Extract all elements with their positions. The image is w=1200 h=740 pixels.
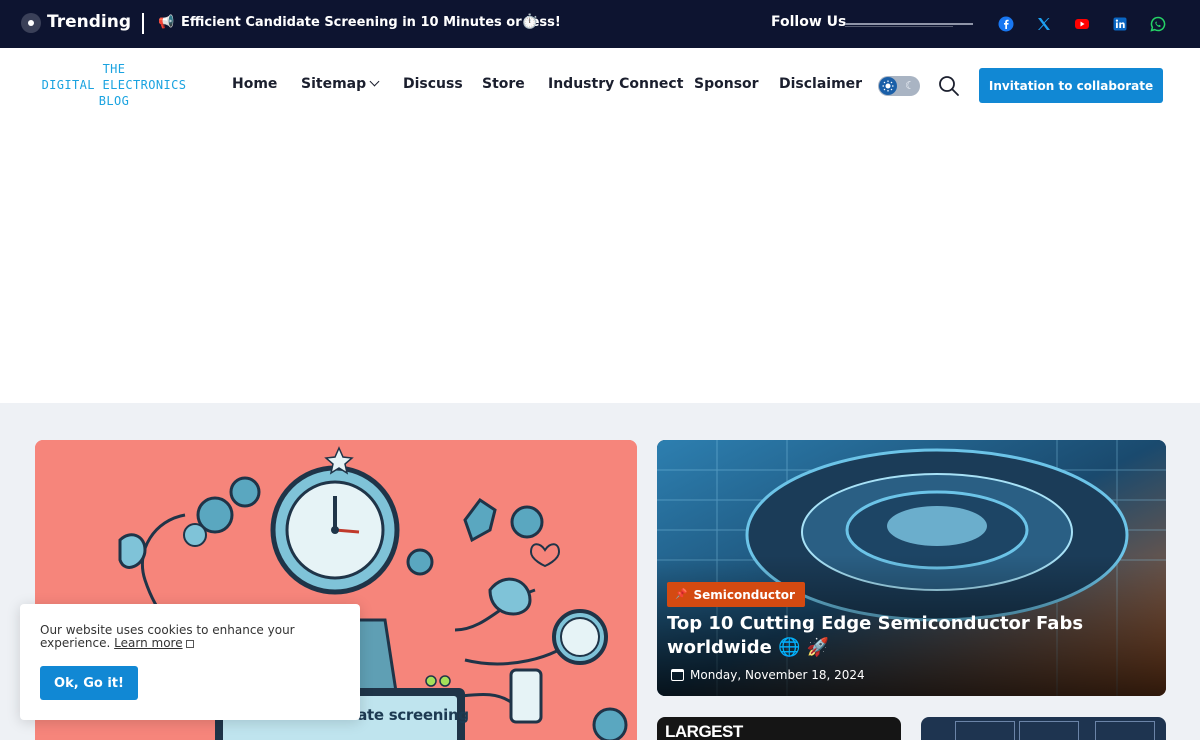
top-bar: Trending 📢 Efficient Candidate Screening… bbox=[0, 0, 1200, 48]
nav-disclaimer[interactable]: Disclaimer bbox=[779, 76, 862, 92]
small-post-card-2[interactable] bbox=[921, 717, 1166, 740]
logo-line-1: THE bbox=[102, 62, 126, 76]
theme-toggle[interactable]: ☾ bbox=[878, 76, 920, 96]
invitation-to-collaborate-button[interactable]: Invitation to collaborate bbox=[979, 68, 1163, 103]
youtube-icon[interactable] bbox=[1074, 16, 1090, 32]
trending-dot-icon bbox=[21, 13, 41, 33]
category-label: Semiconductor bbox=[693, 587, 795, 602]
moon-icon: ☾ bbox=[905, 79, 915, 92]
category-badge[interactable]: 📌 Semiconductor bbox=[667, 582, 805, 607]
pin-icon: 📌 bbox=[675, 589, 688, 600]
small-post-card-1-text: LARGEST bbox=[665, 722, 743, 740]
facebook-icon[interactable] bbox=[998, 16, 1014, 32]
logo-line-3: BLOG bbox=[98, 94, 130, 108]
featured-post-card[interactable]: 📌 Semiconductor Top 10 Cutting Edge Semic… bbox=[657, 440, 1166, 696]
trending-label: Trending bbox=[47, 12, 132, 32]
ad-space bbox=[0, 124, 1200, 403]
cookie-message: Our website uses cookies to enhance your… bbox=[40, 624, 340, 650]
main-nav: THE DIGITAL ELECTRONICS BLOG Home Sitema… bbox=[0, 48, 1200, 124]
thumbnail-panel bbox=[1095, 721, 1155, 740]
linkedin-icon[interactable] bbox=[1112, 16, 1128, 32]
thumbnail-panel bbox=[1019, 721, 1079, 740]
follow-us-label: Follow Us bbox=[771, 14, 847, 30]
x-twitter-icon[interactable] bbox=[1036, 16, 1052, 32]
cookie-banner: Our website uses cookies to enhance your… bbox=[20, 604, 360, 720]
megaphone-icon: 📢 bbox=[158, 15, 175, 30]
logo-line-2: DIGITAL ELECTRONICS bbox=[41, 78, 187, 92]
cookie-accept-button[interactable]: Ok, Go it! bbox=[40, 666, 138, 700]
external-link-icon bbox=[185, 640, 194, 648]
featured-post-date-text: Monday, November 18, 2024 bbox=[690, 668, 865, 682]
trending-headline-link[interactable]: Efficient Candidate Screening in 10 Minu… bbox=[181, 15, 561, 30]
search-icon[interactable] bbox=[938, 75, 960, 97]
nav-sponsor[interactable]: Sponsor bbox=[694, 76, 759, 92]
small-post-card-1[interactable]: LARGEST bbox=[657, 717, 901, 740]
chevron-down-icon bbox=[369, 76, 380, 87]
featured-post-title[interactable]: Top 10 Cutting Edge Semiconductor Fabs w… bbox=[667, 612, 1147, 660]
thumbnail-panel bbox=[955, 721, 1015, 740]
whatsapp-icon[interactable] bbox=[1150, 16, 1166, 32]
featured-post-date: Monday, November 18, 2024 bbox=[671, 668, 865, 682]
nav-home[interactable]: Home bbox=[232, 76, 277, 92]
sun-icon bbox=[879, 77, 897, 95]
nav-industry-connect[interactable]: Industry Connect bbox=[548, 76, 683, 92]
nav-sitemap[interactable]: Sitemap bbox=[301, 76, 380, 92]
learn-more-link[interactable]: Learn more bbox=[114, 636, 182, 650]
follow-us-divider bbox=[845, 23, 973, 27]
nav-store[interactable]: Store bbox=[482, 76, 525, 92]
site-logo[interactable]: THE DIGITAL ELECTRONICS BLOG bbox=[26, 61, 202, 109]
stopwatch-icon: ⏱️ bbox=[521, 14, 539, 30]
nav-sitemap-label: Sitemap bbox=[301, 76, 367, 92]
nav-discuss[interactable]: Discuss bbox=[403, 76, 463, 92]
trending-divider bbox=[142, 13, 144, 34]
calendar-icon bbox=[671, 669, 684, 681]
